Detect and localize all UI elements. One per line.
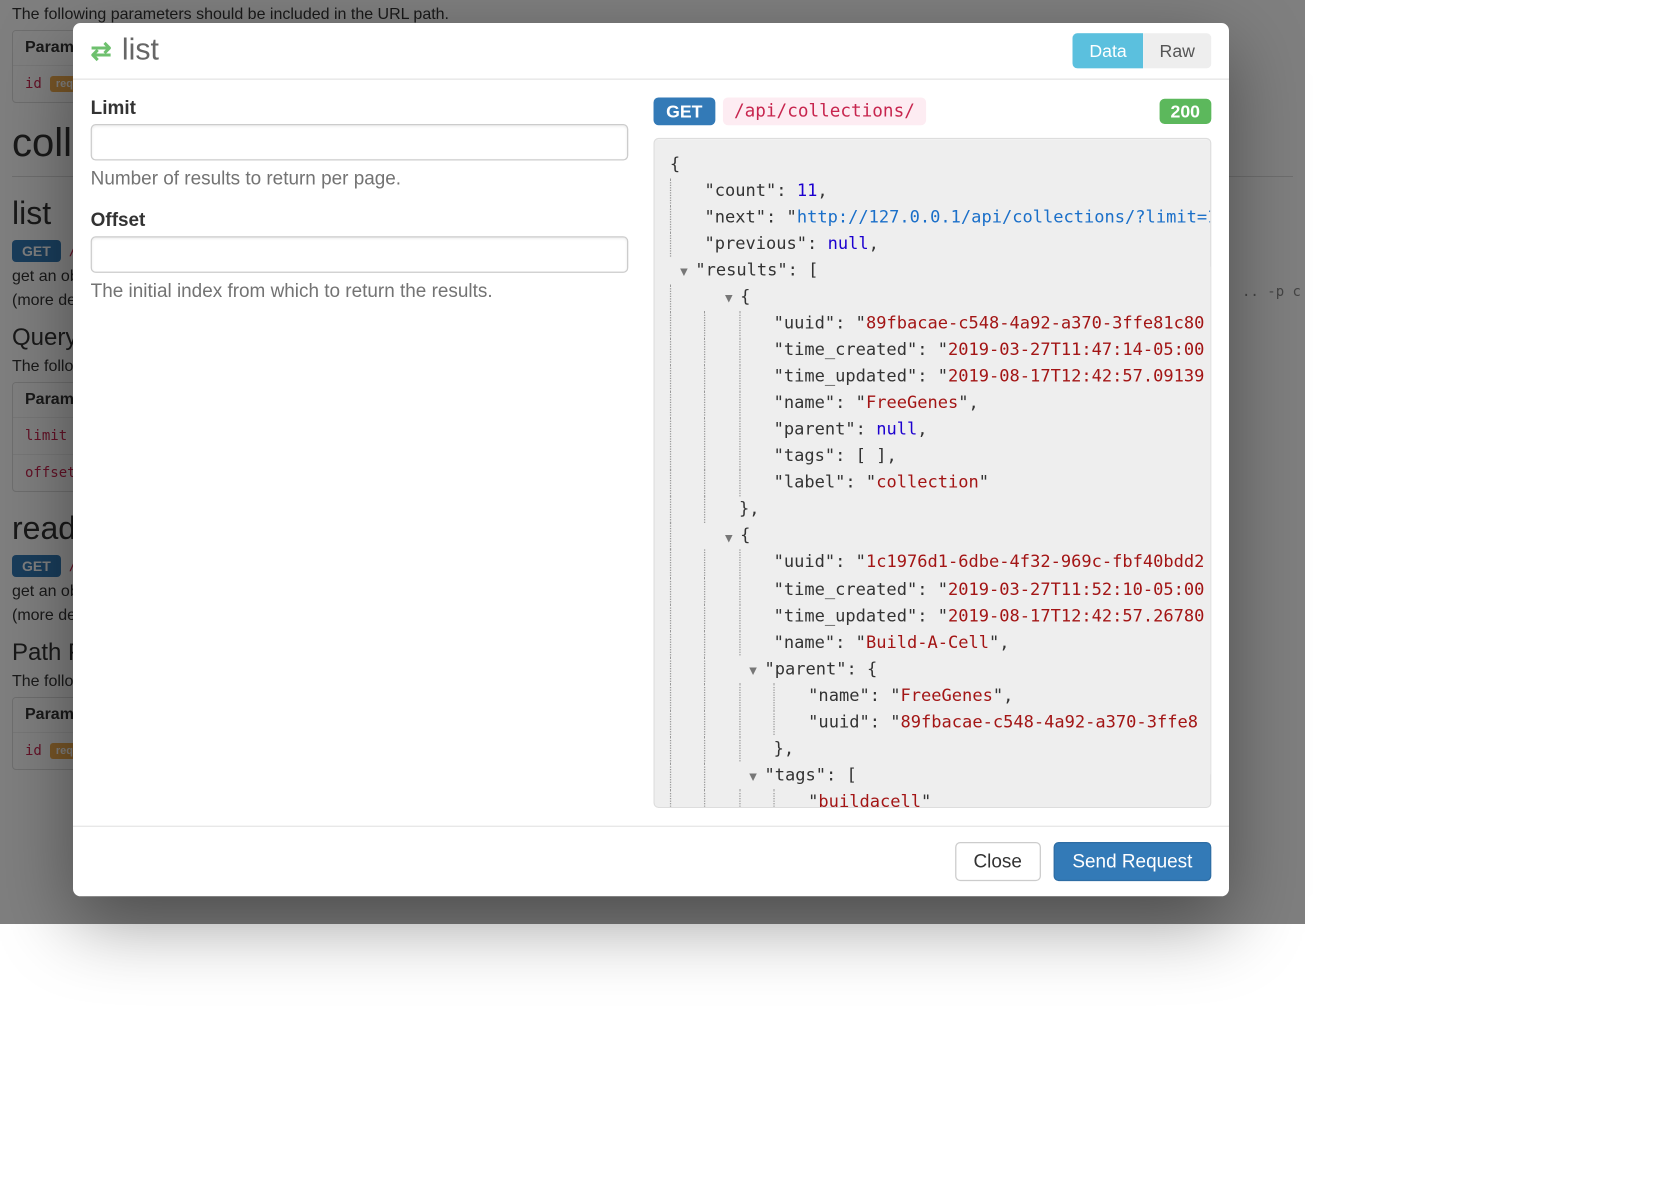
swap-icon: ⇄: [91, 35, 112, 67]
modal-footer: Close Send Request: [73, 826, 1229, 897]
offset-input[interactable]: [91, 236, 629, 273]
tab-raw[interactable]: Raw: [1143, 33, 1211, 68]
form-column: Limit Number of results to return per pa…: [91, 97, 629, 808]
path-pill: /api/collections/: [723, 97, 927, 125]
modal-body: Limit Number of results to return per pa…: [73, 80, 1229, 826]
tab-data[interactable]: Data: [1073, 33, 1143, 68]
api-modal: ⇄ list Data Raw Limit Number of results …: [73, 23, 1229, 896]
modal-title-text: list: [122, 33, 159, 68]
modal-title: ⇄ list: [91, 33, 159, 68]
close-button[interactable]: Close: [955, 842, 1041, 881]
json-response[interactable]: { "count": 11, "next": "http://127.0.0.1…: [654, 138, 1212, 808]
response-column: GET /api/collections/ 200 { "count": 11,…: [654, 97, 1212, 808]
modal-header: ⇄ list Data Raw: [73, 23, 1229, 80]
limit-input[interactable]: [91, 124, 629, 161]
response-header: GET /api/collections/ 200: [654, 97, 1212, 125]
offset-help: The initial index from which to return t…: [91, 280, 629, 301]
limit-label: Limit: [91, 97, 629, 118]
view-toggle: Data Raw: [1073, 33, 1211, 68]
method-badge: GET: [654, 97, 716, 125]
limit-help: Number of results to return per page.: [91, 168, 629, 189]
status-badge: 200: [1159, 99, 1211, 124]
send-request-button[interactable]: Send Request: [1053, 842, 1211, 881]
offset-label: Offset: [91, 210, 629, 231]
